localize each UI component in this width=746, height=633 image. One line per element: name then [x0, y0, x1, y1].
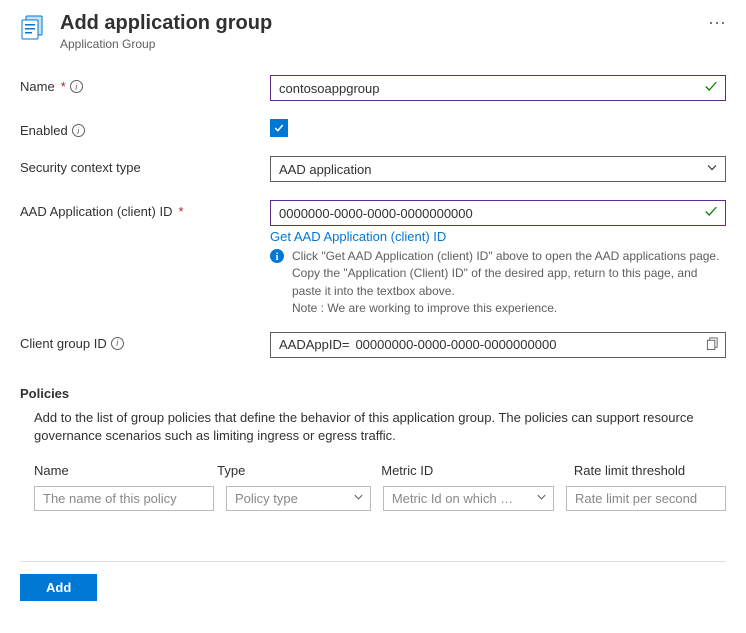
page-subtitle: Application Group — [60, 37, 690, 51]
enabled-checkbox[interactable] — [270, 119, 288, 137]
required-indicator: * — [178, 204, 183, 219]
copy-icon[interactable] — [706, 337, 719, 353]
info-solid-icon: i — [270, 249, 284, 263]
policy-type-select[interactable]: Policy type — [226, 486, 371, 511]
page-title: Add application group — [60, 12, 690, 35]
policy-col-rate: Rate limit threshold — [574, 463, 726, 478]
info-icon[interactable]: i — [111, 337, 124, 350]
enabled-label: Enabled — [20, 123, 68, 138]
policies-description: Add to the list of group policies that d… — [20, 409, 726, 445]
aad-app-id-label: AAD Application (client) ID — [20, 204, 172, 219]
policy-name-input[interactable] — [34, 486, 214, 511]
more-actions-button[interactable]: ··· — [708, 12, 726, 32]
aad-app-id-input[interactable] — [270, 200, 726, 226]
policy-col-metric: Metric ID — [381, 463, 562, 478]
svg-text:i: i — [276, 252, 279, 263]
policy-col-type: Type — [217, 463, 369, 478]
aad-help-text: Click "Get AAD Application (client) ID" … — [292, 248, 726, 318]
policy-rate-input[interactable] — [566, 486, 726, 511]
name-input[interactable] — [270, 75, 726, 101]
client-group-id-label: Client group ID — [20, 336, 107, 351]
chevron-down-icon — [536, 491, 547, 506]
security-context-type-select[interactable]: AAD application — [270, 156, 726, 182]
policy-col-name: Name — [34, 463, 205, 478]
app-group-icon — [20, 14, 48, 42]
get-aad-app-id-link[interactable]: Get AAD Application (client) ID — [270, 229, 446, 244]
info-icon[interactable]: i — [70, 80, 83, 93]
add-button[interactable]: Add — [20, 574, 97, 601]
required-indicator: * — [61, 79, 66, 94]
info-icon[interactable]: i — [72, 124, 85, 137]
policy-metric-select[interactable]: Metric Id on which … — [383, 486, 554, 511]
client-group-id-value: AADAppID= 00000000-0000-0000-0000000000 — [270, 332, 726, 358]
policies-section-title: Policies — [20, 386, 726, 401]
security-context-type-label: Security context type — [20, 160, 141, 175]
name-label: Name — [20, 79, 55, 94]
chevron-down-icon — [353, 491, 364, 506]
